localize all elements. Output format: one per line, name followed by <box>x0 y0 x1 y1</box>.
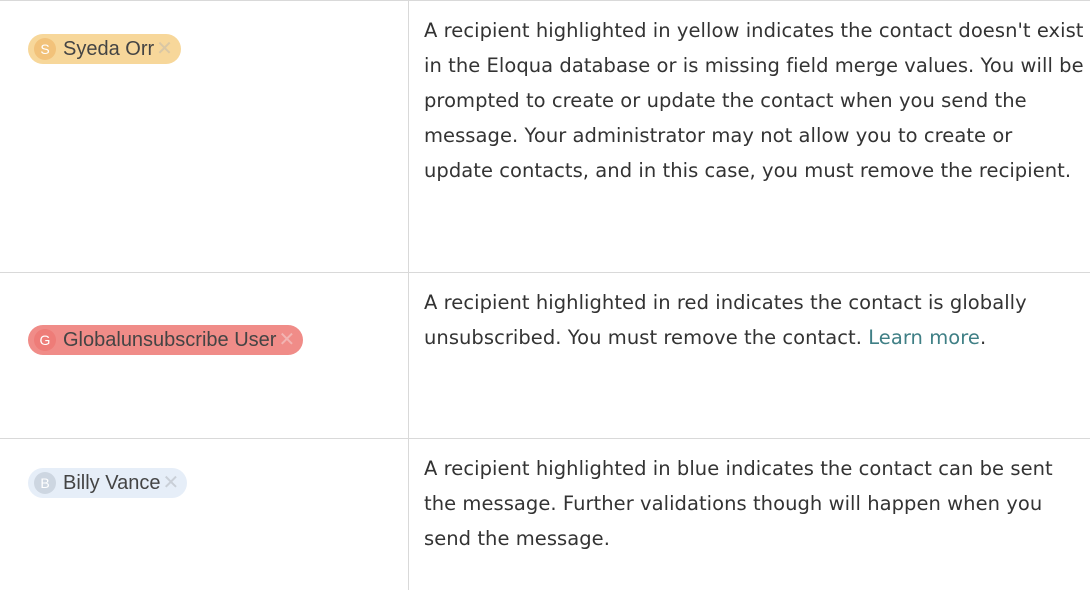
table-divider <box>0 272 1090 273</box>
avatar: B <box>34 472 56 494</box>
description-text: A recipient highlighted in blue indicate… <box>424 457 1053 550</box>
recipient-name: Syeda Orr <box>63 37 155 60</box>
period: . <box>979 326 987 349</box>
learn-more-link[interactable]: Learn more <box>868 326 980 349</box>
avatar: S <box>34 38 56 60</box>
recipient-name: Globalunsubscribe User <box>63 328 277 351</box>
chip-cell: S Syeda Orr ✕ <box>0 0 408 272</box>
recipient-chip-red[interactable]: G Globalunsubscribe User ✕ <box>28 325 304 355</box>
description-cell: A recipient highlighted in red indicates… <box>408 272 1090 438</box>
table-divider <box>0 438 1090 439</box>
description-cell: A recipient highlighted in blue indicate… <box>408 438 1090 590</box>
description-cell: A recipient highlighted in yellow indica… <box>408 0 1090 272</box>
chip-cell: B Billy Vance ✕ <box>0 438 408 590</box>
table-row: B Billy Vance ✕ A recipient highlighted … <box>0 438 1090 590</box>
recipient-name: Billy Vance <box>63 471 161 494</box>
recipient-chip-blue[interactable]: B Billy Vance ✕ <box>28 468 188 498</box>
recipient-chip-yellow[interactable]: S Syeda Orr ✕ <box>28 34 181 64</box>
table-row: S Syeda Orr ✕ A recipient highlighted in… <box>0 0 1090 272</box>
table-row: G Globalunsubscribe User ✕ A recipient h… <box>0 272 1090 438</box>
description-text: A recipient highlighted in yellow indica… <box>424 19 1084 182</box>
close-icon[interactable]: ✕ <box>162 473 179 493</box>
close-icon[interactable]: ✕ <box>278 330 295 350</box>
description-text: A recipient highlighted in red indicates… <box>424 285 1084 355</box>
close-icon[interactable]: ✕ <box>156 39 173 59</box>
avatar: G <box>34 329 56 351</box>
recipient-legend-table: S Syeda Orr ✕ A recipient highlighted in… <box>0 0 1090 590</box>
chip-cell: G Globalunsubscribe User ✕ <box>0 272 408 438</box>
